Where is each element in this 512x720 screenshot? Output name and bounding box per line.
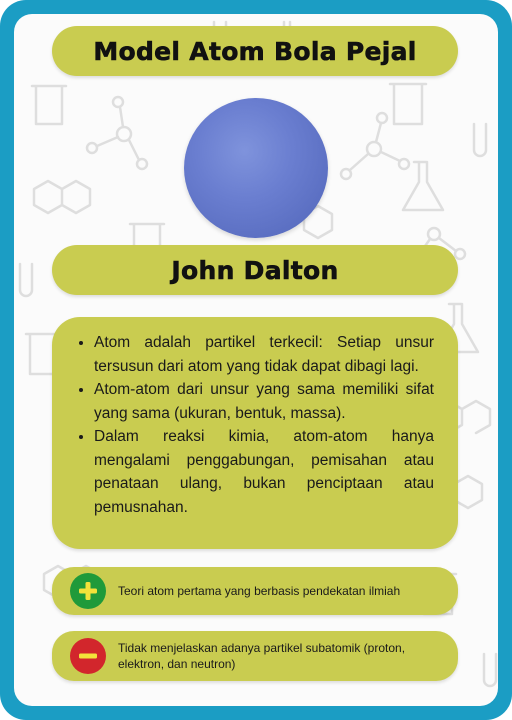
card-panel: Model Atom Bola Pejal John Dalton Atom a… bbox=[14, 14, 498, 706]
theory-point: Dalam reaksi kimia, atom-atom hanya meng… bbox=[94, 425, 434, 519]
plus-icon bbox=[70, 573, 106, 609]
card-title: Model Atom Bola Pejal bbox=[93, 36, 417, 66]
theory-points-panel: Atom adalah partikel terkecil: Setiap un… bbox=[52, 317, 458, 549]
theory-point: Atom adalah partikel terkecil: Setiap un… bbox=[94, 331, 434, 378]
card-frame: Model Atom Bola Pejal John Dalton Atom a… bbox=[0, 0, 512, 720]
theory-points-list: Atom adalah partikel terkecil: Setiap un… bbox=[72, 331, 434, 519]
scientist-banner: John Dalton bbox=[52, 245, 458, 295]
advantage-row: Teori atom pertama yang berbasis pendeka… bbox=[52, 567, 458, 615]
disadvantage-text: Tidak menjelaskan adanya partikel subato… bbox=[118, 641, 406, 671]
theory-point: Atom-atom dari unsur yang sama memiliki … bbox=[94, 378, 434, 425]
scientist-name: John Dalton bbox=[171, 255, 339, 285]
disadvantage-row: Tidak menjelaskan adanya partikel subato… bbox=[52, 631, 458, 681]
minus-icon bbox=[70, 638, 106, 674]
title-banner: Model Atom Bola Pejal bbox=[52, 26, 458, 76]
solid-sphere-atom-illustration bbox=[184, 98, 328, 238]
advantage-text: Teori atom pertama yang berbasis pendeka… bbox=[118, 584, 401, 598]
